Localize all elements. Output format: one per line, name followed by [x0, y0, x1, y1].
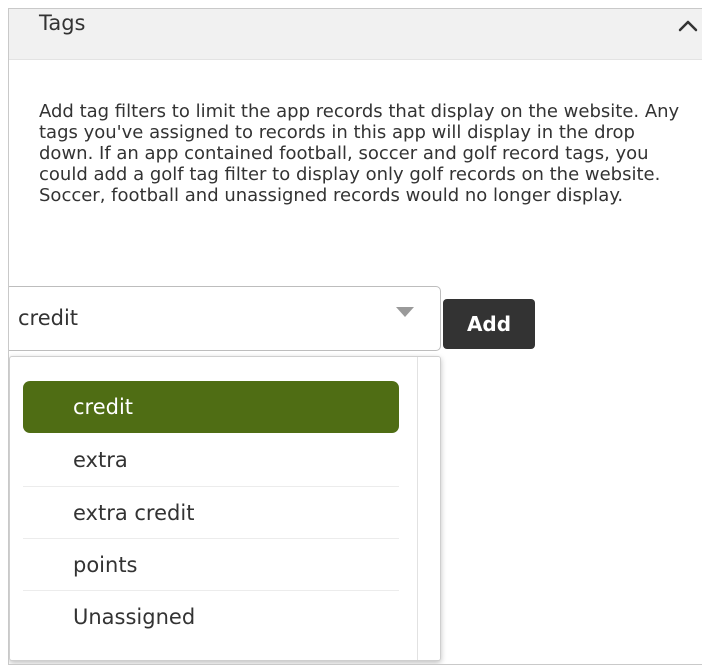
panel-header[interactable]: Tags — [9, 9, 702, 60]
option-extra[interactable]: extra — [23, 434, 399, 486]
option-unassigned[interactable]: Unassigned — [23, 590, 399, 642]
option-credit[interactable]: credit — [23, 381, 399, 433]
option-points[interactable]: points — [23, 538, 399, 590]
tag-dropdown-menu: credit extra extra credit points Unassig… — [9, 356, 441, 661]
tag-select[interactable]: credit — [9, 286, 441, 351]
dropdown-scrollbar[interactable] — [417, 357, 440, 660]
tag-filter-description: Add tag filters to limit the app records… — [39, 101, 680, 206]
option-extra-credit[interactable]: extra credit — [23, 486, 399, 538]
tag-select-value: credit — [18, 306, 79, 330]
tags-panel: Tags Add tag filters to limit the app re… — [8, 8, 702, 665]
chevron-up-icon[interactable] — [675, 13, 701, 39]
panel-title: Tags — [39, 11, 86, 35]
add-button[interactable]: Add — [443, 299, 535, 349]
caret-down-icon — [396, 307, 414, 317]
